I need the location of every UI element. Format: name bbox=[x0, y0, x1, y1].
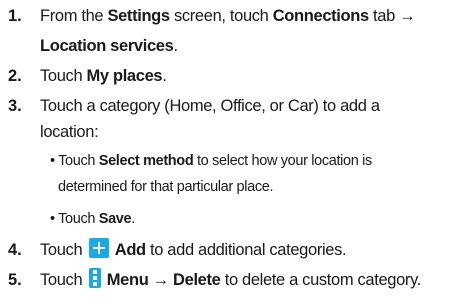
text: determined for that particular place. bbox=[58, 179, 274, 195]
text: screen, touch bbox=[169, 7, 273, 25]
text: tab → bbox=[368, 7, 416, 25]
step-number: 4. bbox=[8, 241, 22, 259]
step-number: 5. bbox=[8, 271, 22, 289]
connections-term: Connections bbox=[272, 7, 369, 25]
select-method-term: Select method bbox=[98, 153, 194, 169]
step-number: 1. bbox=[8, 7, 22, 25]
bullet-item: • Touch Select method to select how your… bbox=[50, 150, 460, 173]
text: • Touch bbox=[50, 211, 99, 227]
text: Touch bbox=[40, 67, 87, 85]
step-number: 3. bbox=[8, 97, 22, 115]
text: • Touch bbox=[50, 153, 99, 169]
step-text: location: bbox=[40, 123, 99, 141]
text: to delete a custom category. bbox=[220, 271, 422, 289]
step-text: Location services. bbox=[40, 34, 467, 58]
add-term: Add bbox=[114, 241, 146, 259]
my-places-term: My places bbox=[86, 67, 163, 85]
step-text: Touch a category (Home, Office, or Car) … bbox=[40, 97, 380, 115]
text: . bbox=[131, 211, 135, 227]
step-text: Touch Menu → Delete to delete a custom c… bbox=[40, 268, 467, 292]
step-text: From the Settings screen, touch Connecti… bbox=[40, 4, 467, 28]
text: Touch bbox=[40, 241, 87, 259]
menu-delete-term: Menu → Delete bbox=[106, 271, 221, 289]
add-icon bbox=[88, 238, 109, 258]
bullet-item: • Touch Save. bbox=[50, 208, 460, 231]
text: . bbox=[162, 67, 167, 85]
text: to select how your location is bbox=[193, 153, 372, 169]
text: to add additional categories. bbox=[145, 241, 347, 259]
settings-term: Settings bbox=[107, 7, 170, 25]
bullet-item-cont: determined for that particular place. bbox=[58, 176, 467, 199]
step-number: 2. bbox=[8, 67, 22, 85]
step-text: Touch Add to add additional categories. bbox=[40, 238, 467, 262]
text: From the bbox=[40, 7, 108, 25]
instructions: 1. From the Settings screen, touch Conne… bbox=[0, 0, 467, 304]
text: Touch bbox=[40, 271, 87, 289]
save-term: Save bbox=[98, 211, 132, 227]
location-services-term: Location services bbox=[40, 37, 174, 55]
step-text: Touch My places. bbox=[40, 64, 467, 88]
text: . bbox=[173, 37, 178, 55]
menu-icon bbox=[88, 268, 101, 288]
